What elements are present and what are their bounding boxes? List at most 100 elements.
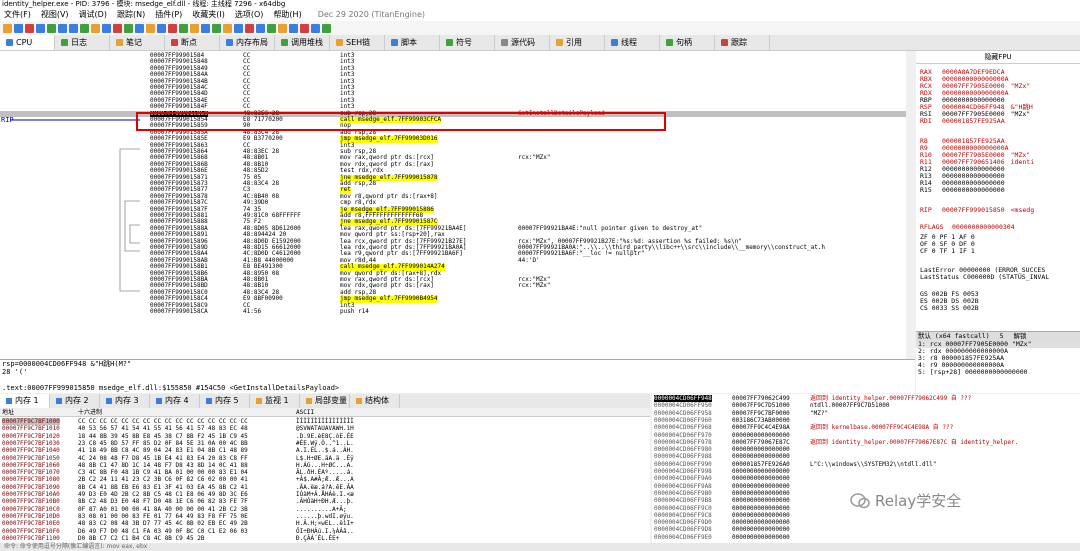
register-rip[interactable]: RIP 00007FF999015850 <msedg [920,207,1034,214]
stack-row[interactable]: 0000004CD06FF958 00007FF9C7BF0000 "MZ?" [652,410,1080,417]
stack-row[interactable]: 0000004CD06FF948 00007FF79062C499 返回到 iden… [652,395,1080,403]
stack-row[interactable]: 0000004CD06FF990 000001857FE926A0 L"C:\\wi… [652,461,1080,468]
toolbar-icon[interactable] [157,23,166,33]
dump-tab-6[interactable]: 局部变量 [300,394,350,408]
tab-10[interactable]: 引用 [550,35,605,50]
dump-tab-0[interactable]: 内存 1 [0,394,50,408]
registers-pane[interactable]: 隐藏FPU RAX 0000A8A7DEF9EDCA RBX 000000000000… [916,51,1080,331]
dump-row[interactable]: 00007FF9C7BF1040 41 18 49 8B C8 4C 89 04 … [0,447,650,454]
toolbar-icon[interactable] [91,23,100,33]
dump-row[interactable]: 00007FF9C7BF1060 48 8B C1 47 8D 1C 14 48 … [0,462,650,469]
toolbar-icon[interactable] [14,23,23,33]
menu-item[interactable]: 跟踪(N) [117,8,145,21]
toolbar-icon[interactable] [190,23,199,33]
command-bar[interactable]: 命令: 命令使用逗号分隔(像汇编语言): mov eax, ebx [0,543,1080,551]
tab-7[interactable]: 脚本 [385,35,440,50]
toolbar-icon[interactable] [168,23,177,33]
tab-13[interactable]: 跟踪 [715,35,770,50]
register-r15[interactable]: R15 0000000000000000 [920,187,1011,194]
stack-row[interactable]: 0000004CD06FF998 0000000000000000 [652,468,1080,475]
call-convention-pane[interactable]: 默认 (x64 fastcall) 5 解锁 1: rcx 00007FF790… [916,331,1080,393]
dump-tab-4[interactable]: 内存 5 [200,394,250,408]
toolbar-icon[interactable] [311,23,320,33]
dump-tab-3[interactable]: 内存 4 [150,394,200,408]
toolbar-icon[interactable] [80,23,89,33]
dump-row[interactable]: 00007FF9C7BF1000 CC CC CC CC CC CC CC CC … [0,418,650,426]
dump-row[interactable]: 00007FF9C7BF10D0 83 08 01 00 00 83 FE 01 … [0,513,650,520]
stack-row[interactable]: 0000004CD06FF970 0000000000000000 [652,432,1080,439]
dump-tab-1[interactable]: 内存 2 [50,394,100,408]
toolbar-icon[interactable] [300,23,309,33]
toolbar-icon[interactable] [212,23,221,33]
toolbar-icon[interactable] [256,23,265,33]
stack-view[interactable]: 0000004CD06FF948 00007FF79062C499 返回到 iden… [652,394,1080,543]
dump-row[interactable]: 00007FF9C7BF10C0 0F 87 A0 01 00 00 41 8A … [0,506,650,513]
stack-row[interactable]: 0000004CD06FF978 00007FF79067E87C 返回到 iden… [652,439,1080,446]
tab-8[interactable]: 符号 [440,35,495,50]
memory-dump[interactable]: 地址 十六进制 ASCII 00007FF9C7BF1000 CC CC CC C… [0,408,650,543]
toolbar-icon[interactable] [201,23,210,33]
toolbar-icon[interactable] [135,23,144,33]
toolbar-icon[interactable] [223,23,232,33]
toolbar-icon[interactable] [58,23,67,33]
dump-tab-5[interactable]: 监视 1 [250,394,300,408]
toolbar-icon[interactable] [113,23,122,33]
dump-row[interactable]: 00007FF9C7BF10B0 8B C2 48 D3 E0 48 F7 D0 … [0,498,650,505]
tab-6[interactable]: SEH链 [330,35,385,50]
call-convention-select[interactable]: 默认 (x64 fastcall) [918,332,990,340]
toolbar-icon[interactable] [179,23,188,33]
menu-item[interactable]: 帮助(H) [273,8,301,21]
stack-row[interactable]: 0000004CD06FF9A0 0000000000000000 [652,475,1080,482]
dump-row[interactable]: 00007FF9C7BF1100 D0 8B C7 C2 C1 B4 C8 4C … [0,535,650,542]
stack-row[interactable]: 0000004CD06FF9D8 0000000000000000 [652,526,1080,533]
stack-row[interactable]: 0000004CD06FF9D0 0000000000000000 [652,519,1080,526]
tab-12[interactable]: 句柄 [660,35,715,50]
toolbar-icon[interactable] [289,23,298,33]
stack-row[interactable]: 0000004CD06FF968 00007FF9C4C4E98A 返回到 kern… [652,424,1080,431]
toolbar-icon[interactable] [25,23,34,33]
register-rdi[interactable]: RDI 000001857FE925AA [920,118,1011,125]
tab-5[interactable]: 调用堆栈 [275,35,330,50]
hide-fpu-button[interactable]: 隐藏FPU [916,51,1080,64]
dump-row[interactable]: 00007FF9C7BF1090 8B C4 41 8B EB E6 83 E1 … [0,484,650,491]
tab-11[interactable]: 线程 [605,35,660,50]
tab-9[interactable]: 源代码 [495,35,550,50]
dump-row[interactable]: 00007FF9C7BF1080 2B C2 24 11 41 23 C2 3B … [0,476,650,483]
toolbar-icon[interactable] [267,23,276,33]
menu-item[interactable]: 文件(F) [4,8,31,21]
disassembly-scrollbar[interactable] [906,51,915,359]
dump-row[interactable]: 00007FF9C7BF10A0 49 D3 E0 4D 2B C2 8B C5 … [0,491,650,498]
tab-4[interactable]: 内存布局 [220,35,275,50]
toolbar-icon[interactable] [278,23,287,33]
dump-tab-2[interactable]: 内存 3 [100,394,150,408]
menu-item[interactable]: 调试(D) [79,8,107,21]
stack-row[interactable]: 0000004CD06FF980 0000000000000000 [652,446,1080,453]
dump-row[interactable]: 00007FF9C7BF10F0 D6 49 F7 D0 48 C1 FA 03 … [0,528,650,535]
dump-row[interactable]: 00007FF9C7BF10E0 48 83 C2 08 48 3B D7 77 … [0,520,650,527]
stack-row[interactable]: 0000004CD06FF950 00007FF9C7D51000 ntdll.00… [652,402,1080,409]
unlock-checkbox[interactable]: 解锁 [1013,332,1026,340]
menu-item[interactable]: 收藏夹(I) [192,8,225,21]
menu-item[interactable]: 选项(O) [235,8,264,21]
menu-item[interactable]: 插件(P) [155,8,182,21]
toolbar-icon[interactable] [69,23,78,33]
toolbar-icon[interactable] [47,23,56,33]
stack-row[interactable]: 0000004CD06FF9E0 0000000000000000 [652,534,1080,541]
tab-1[interactable]: 日志 [55,35,110,50]
flag-row[interactable]: CF 0 TF 1 IF 1 [920,248,975,255]
dump-row[interactable]: 00007FF9C7BF1010 40 53 56 57 41 54 41 55 … [0,425,650,432]
toolbar-icon[interactable] [3,23,12,33]
stack-row[interactable]: 0000004CD06FF9A8 0000000000000000 [652,483,1080,490]
arg-count-field[interactable]: 5 [1000,332,1004,340]
toolbar-icon[interactable] [146,23,155,33]
menu-item[interactable]: 视图(V) [41,8,69,21]
tab-3[interactable]: 断点 [165,35,220,50]
stack-row[interactable]: 0000004CD06FF988 0000000000000000 [652,453,1080,460]
tab-0[interactable]: CPU [0,35,55,50]
toolbar-icon[interactable] [124,23,133,33]
stack-row[interactable]: 0000004CD06FF9C8 0000000000000000 [652,512,1080,519]
dump-tab-7[interactable]: 结构体 [350,394,400,408]
toolbar-icon[interactable] [36,23,45,33]
toolbar-icon[interactable] [245,23,254,33]
toolbar-icon[interactable] [102,23,111,33]
